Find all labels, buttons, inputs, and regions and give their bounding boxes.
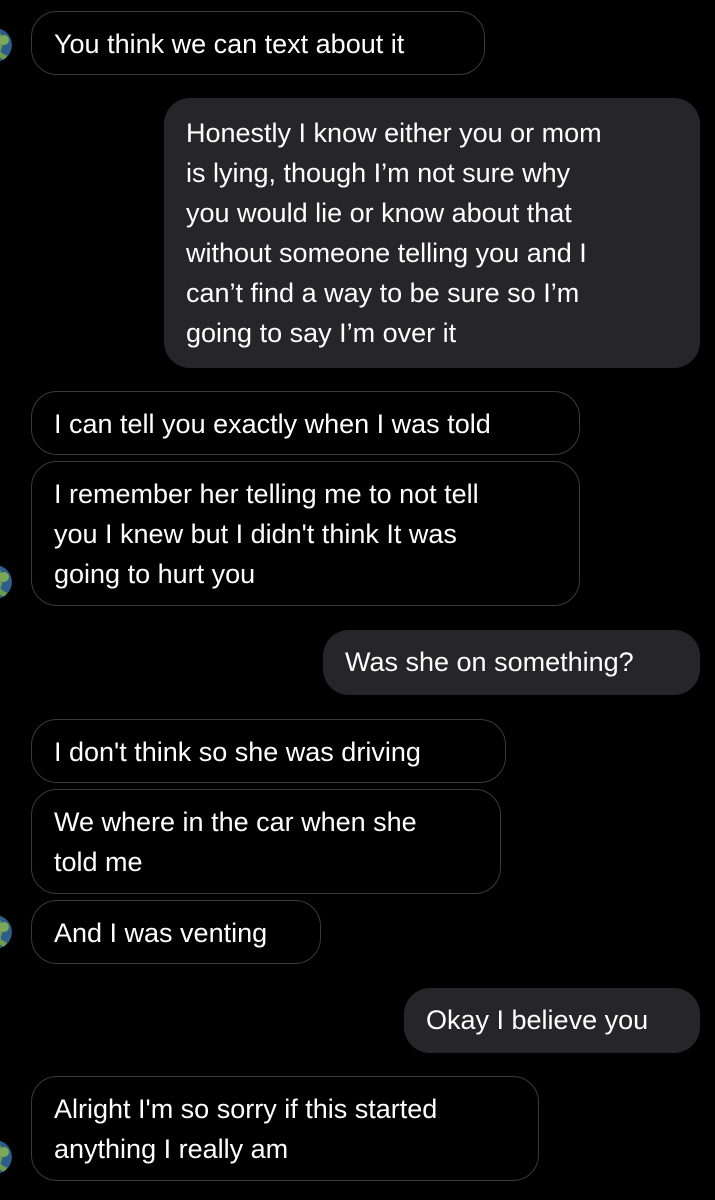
received-message-bubble[interactable]: I can tell you exactly when I was told <box>31 391 580 455</box>
received-message-bubble[interactable]: Alright I'm so sorry if this started any… <box>31 1076 539 1181</box>
contact-avatar[interactable] <box>0 565 12 599</box>
received-message-bubble[interactable]: I remember her telling me to not tell yo… <box>31 461 580 606</box>
globe-avatar-icon <box>0 1140 12 1174</box>
globe-avatar-icon <box>0 915 12 949</box>
chat-thread: You think we can text about it Honestly … <box>0 0 715 1200</box>
sent-message-bubble[interactable]: Okay I believe you <box>404 988 700 1053</box>
received-message-bubble[interactable]: I don't think so she was driving <box>31 719 506 783</box>
contact-avatar[interactable] <box>0 1140 12 1174</box>
received-message-bubble[interactable]: We where in the car when she told me <box>31 789 501 894</box>
globe-avatar-icon <box>0 565 12 599</box>
globe-avatar-icon <box>0 28 12 62</box>
contact-avatar[interactable] <box>0 915 12 949</box>
sent-message-bubble[interactable]: Honestly I know either you or mom is lyi… <box>164 98 700 368</box>
received-message-bubble[interactable]: You think we can text about it <box>31 11 485 75</box>
received-message-bubble[interactable]: And I was venting <box>31 900 321 964</box>
sent-message-bubble[interactable]: Was she on something? <box>323 630 700 695</box>
contact-avatar[interactable] <box>0 28 12 62</box>
